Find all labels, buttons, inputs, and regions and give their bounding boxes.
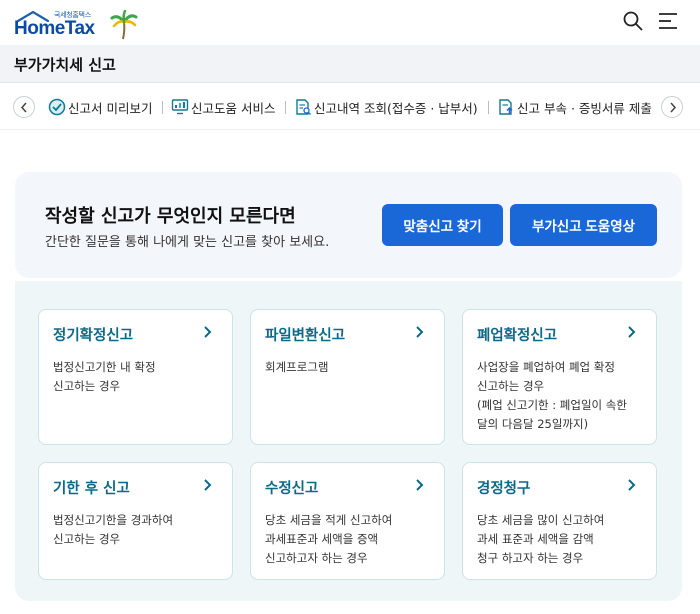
card-title: 수정신고 <box>265 481 319 497</box>
search-icon[interactable] <box>622 10 644 32</box>
card-title: 경정청구 <box>477 481 531 497</box>
palm-tree-icon <box>110 10 138 40</box>
check-circle-icon <box>48 98 66 116</box>
card-description: 당초 세금을 적게 신고하여 과세표준과 세액을 증액 신고하고자 하는 경우 <box>265 513 393 565</box>
logo-text: HomeTax <box>14 18 95 39</box>
card-description: 당초 세금을 많이 신고하여 과세 표준과 세액을 감액 청구 하고자 하는 경… <box>477 513 605 565</box>
find-custom-filing-button[interactable]: 맞춤신고 찾기 <box>382 204 503 246</box>
tab-label: 신고서 미리보기 <box>68 100 153 116</box>
tab-label: 신고내역 조회(접수증 · 납부서) <box>314 100 478 116</box>
tab-label: 신고 부속 · 증빙서류 제출 <box>517 100 652 116</box>
card-late-filing[interactable]: 기한 후 신고 법정신고기한을 경과하여 신고하는 경우 <box>38 462 233 580</box>
card-description: 법정신고기한 내 확정 신고하는 경우 <box>53 360 156 393</box>
card-amended-filing[interactable]: 수정신고 당초 세금을 적게 신고하여 과세표준과 세액을 증액 신고하고자 하… <box>250 462 445 580</box>
card-title: 정기확정신고 <box>53 328 134 344</box>
filing-type-cards: 정기확정신고 법정신고기한 내 확정 신고하는 경우 파일변환신고 회계프로그램… <box>15 281 682 601</box>
chevron-left-icon <box>20 102 27 113</box>
banner-description: 간단한 질문을 통해 나에게 맞는 신고를 찾아 보세요. <box>45 235 330 250</box>
monitor-chart-icon <box>171 99 189 115</box>
card-regular-final-filing[interactable]: 정기확정신고 법정신고기한 내 확정 신고하는 경우 <box>38 309 233 445</box>
document-upload-icon <box>499 99 513 115</box>
top-bar: 국세청홈택스 HomeTax <box>0 0 700 45</box>
card-title: 파일변환신고 <box>265 328 346 344</box>
card-description: 법정신고기한을 경과하여 신고하는 경우 <box>53 513 174 546</box>
chevron-right-icon <box>628 326 636 338</box>
menu-icon[interactable] <box>657 11 679 31</box>
chevron-right-icon <box>204 326 212 338</box>
tab-divider <box>162 101 163 114</box>
page-title: 부가가치세 신고 <box>14 56 116 74</box>
help-video-button[interactable]: 부가신고 도움영상 <box>510 204 657 246</box>
document-search-icon <box>296 99 311 115</box>
find-filing-banner: 작성할 신고가 무엇인지 모른다면 간단한 질문을 통해 나에게 맞는 신고를 … <box>15 172 682 278</box>
chevron-right-icon <box>416 479 424 491</box>
card-title: 폐업확정신고 <box>477 328 558 344</box>
card-title: 기한 후 신고 <box>53 481 130 497</box>
hometax-logo[interactable]: 국세청홈택스 HomeTax <box>14 8 138 40</box>
card-closure-final-filing[interactable]: 폐업확정신고 사업장을 폐업하여 폐업 확정 신고하는 경우 (폐업 신고기한 … <box>462 309 657 445</box>
tab-preview-return[interactable]: 신고서 미리보기 <box>48 97 152 117</box>
card-description: 회계프로그램 <box>265 360 329 374</box>
tab-next-button[interactable] <box>661 96 683 118</box>
tab-divider <box>488 101 489 114</box>
tab-navigation: 신고서 미리보기 신고도움 서비스 신고내역 조회(접수증 · 납부서) 신고 … <box>0 84 700 130</box>
page-header: 부가가치세 신고 <box>0 45 700 83</box>
chevron-right-icon <box>204 479 212 491</box>
tab-divider <box>285 101 286 114</box>
card-description: 사업장을 폐업하여 폐업 확정 신고하는 경우 (폐업 신고기한 : 폐업일이 … <box>477 360 627 431</box>
tab-filing-help[interactable]: 신고도움 서비스 <box>171 97 275 117</box>
tab-filing-history[interactable]: 신고내역 조회(접수증 · 납부서) <box>294 97 478 117</box>
tab-label: 신고도움 서비스 <box>191 100 276 116</box>
card-correction-claim[interactable]: 경정청구 당초 세금을 많이 신고하여 과세 표준과 세액을 감액 청구 하고자… <box>462 462 657 580</box>
banner-title: 작성할 신고가 무엇인지 모른다면 <box>45 206 296 227</box>
chevron-right-icon <box>670 102 677 113</box>
chevron-right-icon <box>416 326 424 338</box>
tab-submit-documents[interactable]: 신고 부속 · 증빙서류 제출 <box>497 97 652 117</box>
chevron-right-icon <box>628 479 636 491</box>
tab-prev-button[interactable] <box>13 96 35 118</box>
card-file-conversion-filing[interactable]: 파일변환신고 회계프로그램 <box>250 309 445 445</box>
